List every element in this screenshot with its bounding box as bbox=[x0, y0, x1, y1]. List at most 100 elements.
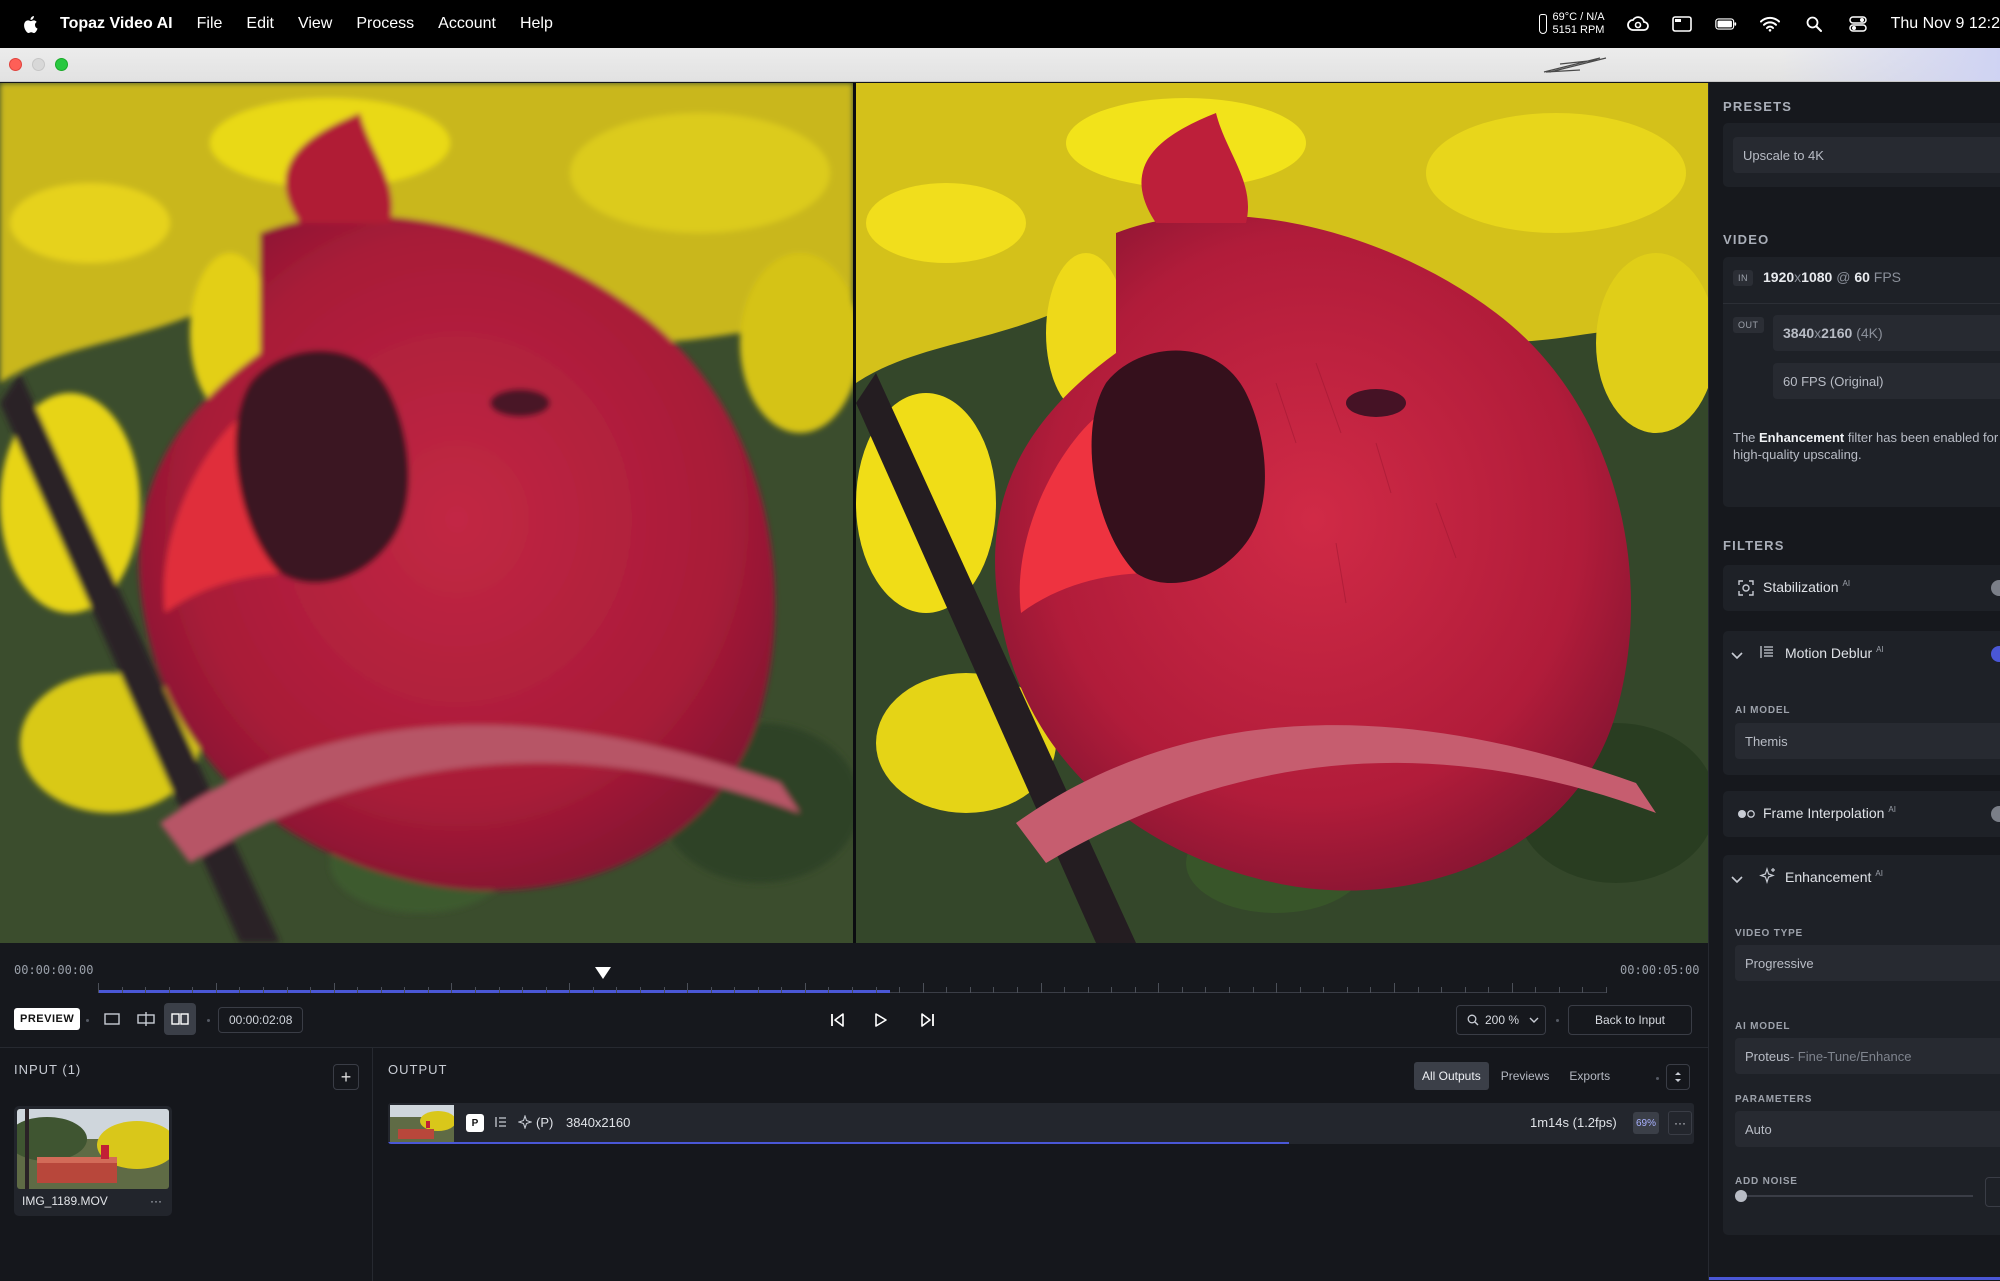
clip-more-button[interactable]: ··· bbox=[150, 1194, 162, 1208]
window-zoom-button[interactable] bbox=[55, 58, 68, 71]
menu-help[interactable]: Help bbox=[520, 15, 553, 33]
menu-process[interactable]: Process bbox=[356, 15, 414, 33]
add-noise-slider[interactable] bbox=[1735, 1190, 1973, 1202]
output-progress-bar bbox=[388, 1142, 1290, 1144]
menu-account[interactable]: Account bbox=[438, 15, 496, 33]
motion-deblur-model-dropdown[interactable]: Themis bbox=[1735, 723, 2000, 759]
window-minimize-button[interactable] bbox=[32, 58, 45, 71]
timeline-tick bbox=[262, 987, 264, 993]
add-input-button[interactable]: + bbox=[333, 1064, 359, 1090]
timeline-tick bbox=[639, 987, 641, 993]
single-view-button[interactable] bbox=[96, 1003, 128, 1035]
output-row[interactable]: P (P) 3840x2160 1m14s (1.2fps) 69% ··· bbox=[388, 1103, 1694, 1144]
preview-button[interactable]: PREVIEW bbox=[14, 1008, 81, 1030]
motion-deblur-label[interactable]: Motion Deblur AI bbox=[1785, 645, 1884, 661]
input-clip-card[interactable]: IMG_1189.MOV ··· bbox=[14, 1106, 172, 1216]
battery-icon[interactable] bbox=[1714, 13, 1737, 35]
timeline-tick bbox=[734, 987, 736, 993]
timeline-tick bbox=[545, 987, 547, 993]
output-mode: (P) bbox=[536, 1115, 554, 1130]
chevron-down-icon[interactable] bbox=[1731, 647, 1743, 665]
timeline-tick bbox=[1134, 987, 1136, 993]
filter-frame-interpolation[interactable]: Frame Interpolation AI bbox=[1723, 791, 2000, 837]
chevron-down-icon[interactable] bbox=[1731, 871, 1743, 889]
add-noise-value-box[interactable] bbox=[1985, 1177, 2000, 1207]
apple-menu-icon[interactable] bbox=[0, 15, 60, 34]
app-menu-title[interactable]: Topaz Video AI bbox=[60, 15, 173, 33]
display-icon[interactable] bbox=[1671, 13, 1693, 35]
menu-file[interactable]: File bbox=[197, 15, 223, 33]
settings-sidebar: PRESETS Upscale to 4K VIDEO IN 1920x1080… bbox=[1708, 83, 2000, 1280]
timeline-tick bbox=[946, 987, 948, 993]
creative-cloud-icon[interactable] bbox=[1626, 13, 1649, 35]
tab-all-outputs[interactable]: All Outputs bbox=[1414, 1062, 1489, 1090]
menu-view[interactable]: View bbox=[298, 15, 332, 33]
split-view-button[interactable] bbox=[130, 1003, 162, 1035]
temp-reading: 69°C / N/A bbox=[1552, 11, 1605, 23]
motion-deblur-toggle[interactable] bbox=[1991, 646, 2000, 662]
original-preview-pane[interactable] bbox=[0, 83, 853, 943]
window-close-button[interactable] bbox=[9, 58, 22, 71]
output-resolution-dropdown[interactable]: 3840x2160 (4K) bbox=[1773, 315, 2000, 351]
timeline-tick bbox=[781, 987, 783, 993]
timeline-tick bbox=[757, 987, 759, 993]
input-tag: IN bbox=[1733, 270, 1753, 286]
timeline-tick bbox=[804, 983, 806, 993]
zoom-value: 200 % bbox=[1485, 1013, 1520, 1027]
output-more-button[interactable]: ··· bbox=[1668, 1111, 1692, 1135]
tab-previews[interactable]: Previews bbox=[1493, 1062, 1558, 1090]
tab-exports[interactable]: Exports bbox=[1561, 1062, 1618, 1090]
fan-reading: 5151 RPM bbox=[1552, 24, 1605, 36]
next-frame-button[interactable] bbox=[912, 1005, 942, 1035]
control-center-icon[interactable] bbox=[1847, 13, 1869, 35]
presets-card: Upscale to 4K bbox=[1723, 123, 2000, 187]
enhancement-sparkle-icon bbox=[1759, 867, 1777, 890]
timeline-tick bbox=[1299, 987, 1301, 993]
enhancement-model-label: AI MODEL bbox=[1735, 1021, 1791, 1032]
preview-viewer[interactable] bbox=[0, 83, 1708, 943]
back-to-input-button[interactable]: Back to Input bbox=[1568, 1005, 1692, 1035]
preset-dropdown[interactable]: Upscale to 4K bbox=[1733, 137, 2000, 173]
playhead-handle[interactable] bbox=[595, 967, 612, 979]
frame-interpolation-toggle[interactable] bbox=[1991, 806, 2000, 822]
timeline-tick bbox=[922, 983, 924, 993]
enhancement-model-dropdown[interactable]: Proteus - Fine-Tune/Enhance bbox=[1735, 1038, 2000, 1074]
add-noise-slider-knob[interactable] bbox=[1735, 1190, 1747, 1202]
stabilization-toggle[interactable] bbox=[1991, 580, 2000, 596]
timeline-tick bbox=[1393, 983, 1395, 993]
enhancement-sparkle-icon bbox=[517, 1114, 533, 1134]
temperature-widget[interactable]: 69°C / N/A 5151 RPM bbox=[1538, 11, 1605, 37]
output-fps-dropdown[interactable]: 60 FPS (Original) bbox=[1773, 363, 2000, 399]
enhanced-preview-pane[interactable] bbox=[856, 83, 1708, 943]
parameters-dropdown[interactable]: Auto bbox=[1735, 1111, 2000, 1147]
zoom-dropdown[interactable]: 200 % bbox=[1456, 1005, 1546, 1035]
timeline-tick bbox=[192, 987, 194, 993]
previous-frame-button[interactable] bbox=[823, 1005, 853, 1035]
timeline-tick bbox=[498, 987, 500, 993]
filter-stabilization[interactable]: Stabilization AI bbox=[1723, 565, 2000, 611]
timeline-tick bbox=[616, 987, 618, 993]
enhancement-label[interactable]: Enhancement AI bbox=[1785, 869, 1883, 885]
menu-edit[interactable]: Edit bbox=[246, 15, 274, 33]
video-type-dropdown[interactable]: Progressive bbox=[1735, 945, 2000, 981]
progress-percent: 69% bbox=[1633, 1112, 1659, 1134]
menu-clock[interactable]: Thu Nov 9 12:2 bbox=[1891, 15, 2000, 33]
video-section-label: VIDEO bbox=[1723, 232, 1770, 247]
zoom-icon bbox=[1467, 1014, 1479, 1026]
bottom-panels: INPUT (1) + IMG_1189.MOV ··· OUTPUT All … bbox=[0, 1047, 1708, 1281]
window-titlebar bbox=[0, 48, 2000, 82]
timeline-tick bbox=[380, 987, 382, 993]
spotlight-search-icon[interactable] bbox=[1803, 13, 1825, 35]
enhancement-note: The Enhancement filter has been enabled … bbox=[1733, 430, 1999, 462]
timeline-tick bbox=[121, 987, 123, 993]
timeline-ruler[interactable] bbox=[98, 981, 1607, 993]
current-timecode[interactable]: 00:00:02:08 bbox=[218, 1007, 304, 1033]
sort-button[interactable] bbox=[1666, 1064, 1690, 1090]
wifi-icon[interactable] bbox=[1759, 13, 1781, 35]
play-button[interactable] bbox=[866, 1005, 896, 1035]
side-by-side-view-button[interactable] bbox=[164, 1003, 196, 1035]
timeline-tick bbox=[1276, 983, 1278, 993]
input-panel-title: INPUT (1) bbox=[14, 1062, 82, 1077]
stabilization-label: Stabilization AI bbox=[1763, 579, 1851, 595]
video-card: IN 1920x1080 @ 60 FPS OUT 3840x2160 (4K)… bbox=[1723, 257, 2000, 507]
